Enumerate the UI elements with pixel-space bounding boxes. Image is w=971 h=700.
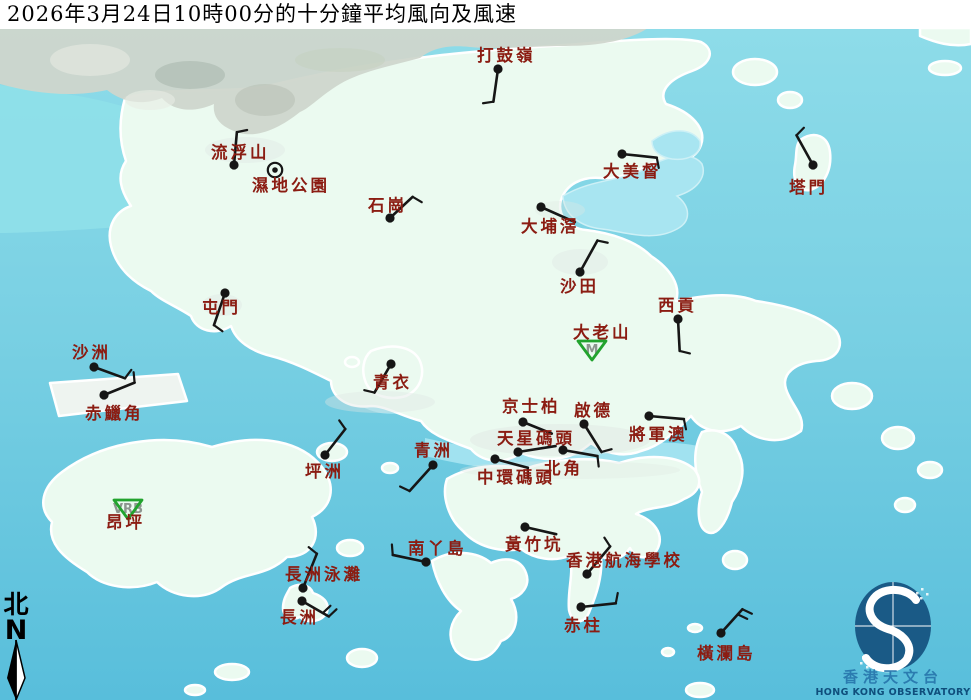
station-dot	[808, 160, 817, 169]
station-label-kings-park: 京士柏	[502, 396, 561, 416]
station-label-wetland-park: 濕地公園	[252, 175, 330, 195]
station-dot	[490, 454, 499, 463]
wind-barb-tick	[134, 372, 135, 382]
station-label-hk-sea-school: 香港航海學校	[566, 550, 683, 570]
station-label-sha-tin: 沙田	[560, 277, 599, 296]
station-dot	[575, 267, 584, 276]
wind-map-page: 打鼓嶺流浮山濕地公園石崗大埔滘大美督塔門沙田西貢M大老山屯門沙洲赤鱲角青衣京士柏…	[0, 0, 971, 700]
station-label-star-ferry-pier: 天星碼頭	[497, 429, 575, 448]
station-dot	[582, 569, 591, 578]
station-dot	[579, 419, 588, 428]
hko-logo-english: HONG KONG OBSERVATORY	[815, 687, 970, 698]
station-dot	[272, 167, 278, 173]
station-dot	[518, 417, 527, 426]
station-label-peng-chau: 坪洲	[305, 462, 344, 481]
station-dot	[644, 411, 653, 420]
station-dot	[428, 460, 437, 469]
map-title: 2026年3月24日10時00分的十分鐘平均風向及風速	[0, 0, 971, 29]
station-label-cheung-chau-beach: 長洲泳灘	[285, 564, 363, 584]
station-label-sha-chau: 沙洲	[72, 343, 111, 362]
station-label-tuen-mun: 屯門	[202, 297, 241, 317]
station-label-green-island: 青洲	[414, 440, 453, 460]
station-dot	[536, 202, 545, 211]
station-label-waglan-island: 橫瀾島	[697, 643, 756, 663]
wind-barb-tick	[483, 102, 493, 104]
station-label-lamma-island: 南丫島	[408, 538, 467, 558]
station-label-stanley: 赤柱	[564, 615, 603, 635]
station-dot	[298, 583, 307, 592]
station-dot	[421, 557, 430, 566]
title-bar: 2026年3月24日10時00分的十分鐘平均風向及風速	[0, 0, 971, 29]
station-label-central-pier: 中環碼頭	[477, 467, 555, 487]
station-dot	[320, 450, 329, 459]
wind-shaft	[678, 319, 680, 351]
station-label-cheung-chau: 長洲	[280, 608, 319, 627]
wind-barb-tick	[597, 456, 598, 466]
station-label-tsing-yi: 青衣	[373, 372, 412, 392]
station-dot	[673, 314, 682, 323]
station-label-ngong-ping: 昂坪	[106, 513, 145, 532]
station-dot	[520, 522, 529, 531]
station-dot	[89, 362, 98, 371]
station-label-wong-chuk-hang: 黃竹坑	[504, 534, 564, 554]
station-label-tseung-kwan-o: 將軍澳	[629, 424, 688, 444]
wind-barb-tick	[392, 544, 393, 554]
station-label-tap-mun: 塔門	[789, 177, 828, 197]
station-label-tates-cairn: 大老山	[573, 322, 632, 342]
wind-map: 打鼓嶺流浮山濕地公園石崗大埔滘大美督塔門沙田西貢M大老山屯門沙洲赤鱲角青衣京士柏…	[0, 0, 971, 700]
station-dot	[297, 596, 306, 605]
station-dot	[493, 64, 502, 73]
station-label-ta-kwu-ling: 打鼓嶺	[477, 45, 536, 65]
station-label-chek-lap-kok: 赤鱲角	[85, 403, 144, 423]
station-label-kai-tak: 啟德	[574, 400, 613, 420]
station-label-lau-fau-shan: 流浮山	[211, 142, 270, 162]
station-dot	[386, 359, 395, 368]
station-dot	[99, 390, 108, 399]
station-label-tai-po-kau: 大埔滘	[521, 216, 580, 236]
station-dot	[513, 447, 522, 456]
station-dot	[716, 628, 725, 637]
station-dot	[220, 288, 229, 297]
station-label-tai-mei-tuk: 大美督	[603, 161, 662, 181]
station-dot	[617, 149, 626, 158]
hko-logo-chinese: 香港天文台	[843, 668, 943, 686]
station-dot	[576, 602, 585, 611]
station-label-sai-kung: 西貢	[658, 296, 697, 315]
station-dot	[558, 445, 567, 454]
station-label-shek-kong: 石崗	[367, 196, 407, 215]
